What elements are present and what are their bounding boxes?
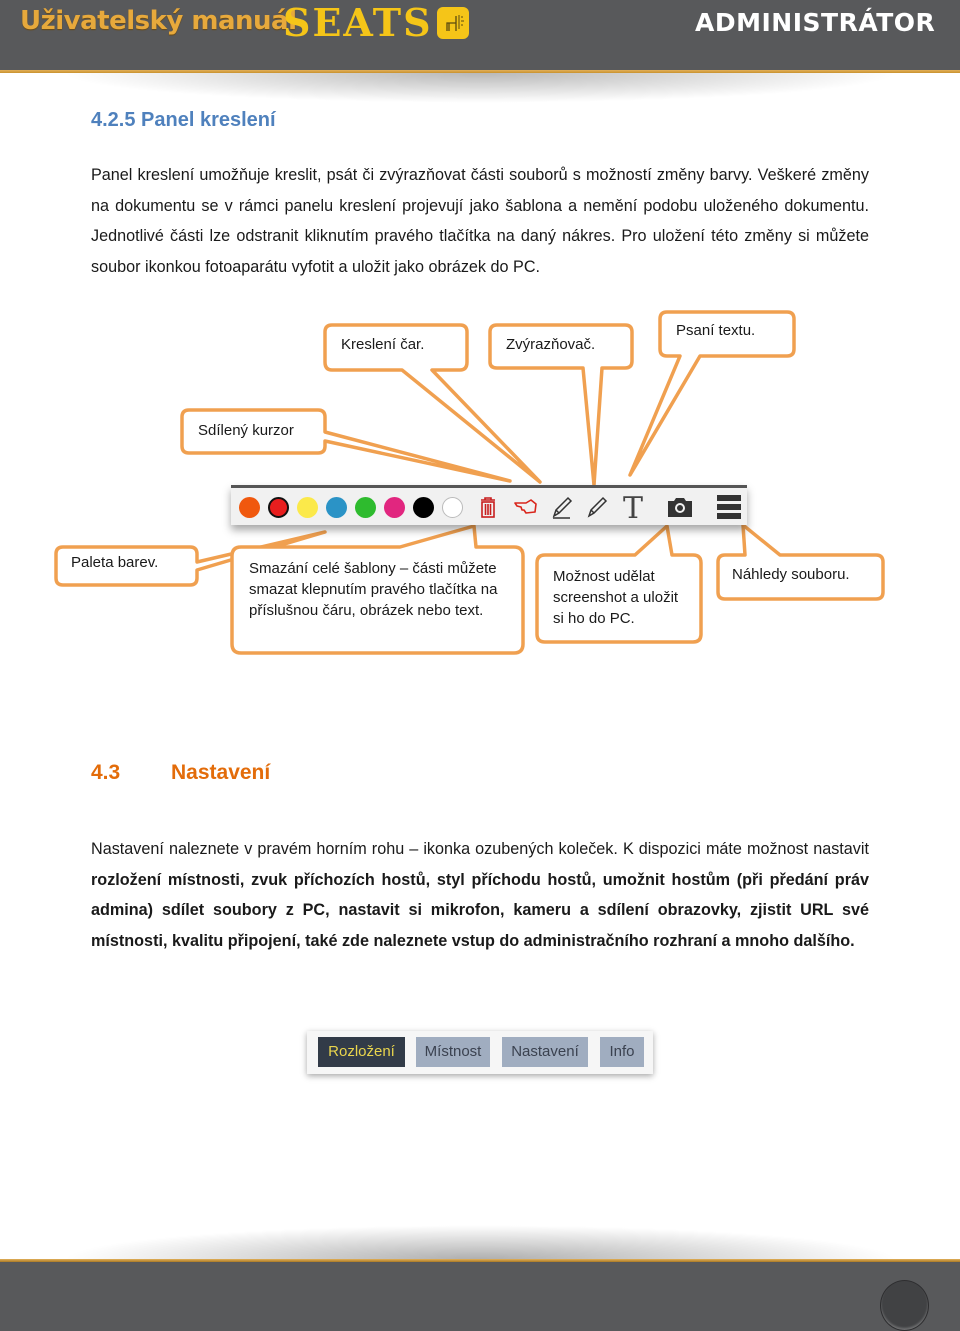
highlighter-pen-icon[interactable] [582,492,612,522]
manual-title: Uživatelský manuál [20,6,297,36]
tab-nastaveni[interactable]: Nastavení [502,1037,588,1067]
page-number-badge [880,1280,929,1331]
paragraph-bold-text: rozložení místnosti, zvuk příchozích hos… [91,870,869,951]
color-swatch-pink[interactable] [384,497,405,518]
brand-logo-text: SEATS [283,0,433,45]
callout-highlighter: Zvýrazňovač. [506,336,596,353]
section-heading-panel-kresleni: 4.2.5 Panel kreslení [91,109,276,131]
color-swatch-orange[interactable] [239,497,260,518]
menu-icon[interactable] [715,492,745,522]
footer-shadow [60,1225,900,1260]
page-footer [0,1262,960,1331]
tab-info[interactable]: Info [600,1037,644,1067]
role-title: ADMINISTRÁTOR [695,8,936,37]
header-shadow [60,73,900,103]
pencil-icon[interactable] [547,492,577,522]
callout-text-tool: Psaní textu. [676,322,756,339]
section-heading-nastaveni: 4.3 Nastavení [91,761,270,785]
color-swatch-red[interactable] [268,497,289,518]
drawing-toolbar: T [231,485,747,526]
svg-text:T: T [623,492,643,522]
section-paragraph-nastaveni: Nastavení naleznete v pravém horním rohu… [91,834,869,957]
callout-screenshot: Možnost udělat screenshot a uložit si ho… [553,568,679,627]
callout-color-palette: Paleta barev. [71,554,159,571]
text-tool-icon[interactable]: T [618,491,648,526]
callout-lines: Kreslení čar. [341,336,425,353]
chair-icon [437,7,469,39]
tab-mistnost[interactable]: Místnost [416,1037,490,1067]
settings-tab-bar: Rozložení Místnost Nastavení Info [307,1031,653,1074]
callout-file-previews: Náhledy souboru. [732,566,850,583]
section-number: 4.3 [91,761,121,784]
trash-icon[interactable] [473,492,503,522]
callout-delete-template: Smazání celé šablony – části můžete smaz… [249,560,498,619]
color-swatch-white[interactable] [442,497,463,518]
drawing-panel-diagram: Kreslení čar. Zvýrazňovač. Psaní textu. … [0,300,960,670]
tab-rozlozeni[interactable]: Rozložení [318,1037,405,1067]
paragraph-text: Nastavení naleznete v pravém horním rohu… [91,840,869,858]
section-paragraph-panel-kresleni: Panel kreslení umožňuje kreslit, psát či… [91,166,869,277]
section-title: Nastavení [171,761,271,784]
color-swatch-black[interactable] [413,497,434,518]
pointer-hand-icon[interactable] [511,492,541,522]
callout-shared-cursor: Sdílený kurzor [198,422,294,439]
color-swatch-yellow[interactable] [297,497,318,518]
camera-icon[interactable] [665,492,695,522]
page-header: Uživatelský manuál SEATS ADMINISTRÁTOR [0,0,960,70]
color-swatch-blue[interactable] [326,497,347,518]
callout-previews-shape [716,523,885,601]
color-swatch-green[interactable] [355,497,376,518]
